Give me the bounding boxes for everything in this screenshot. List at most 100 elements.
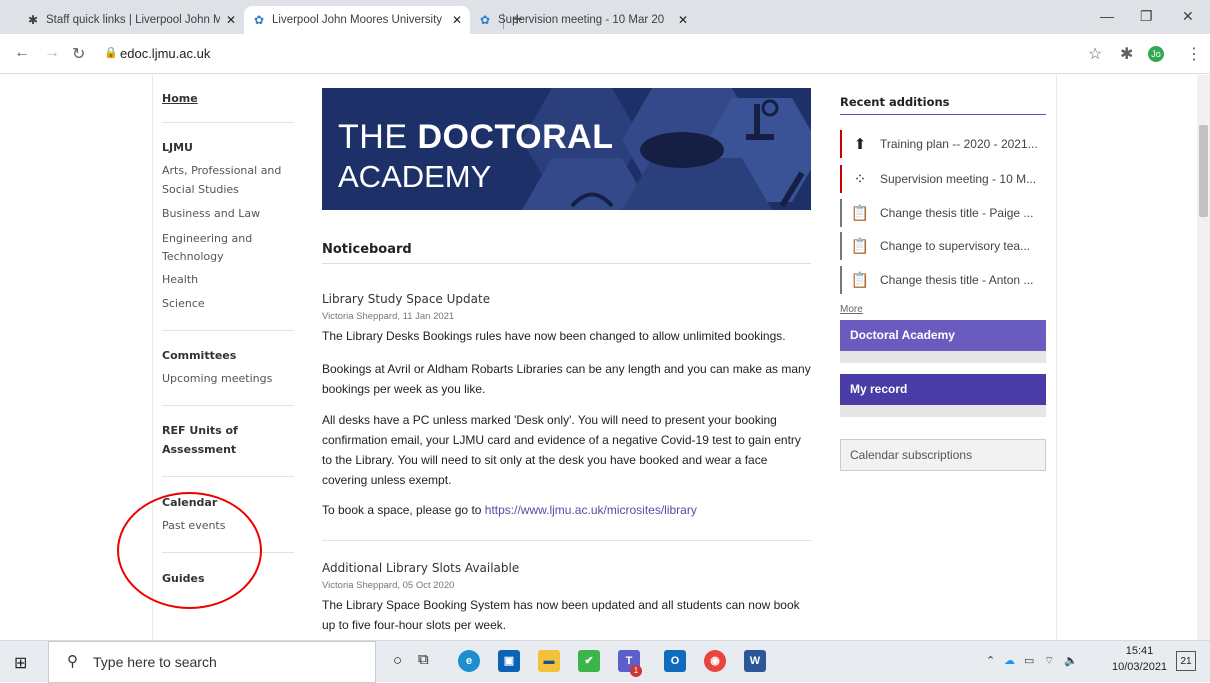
recent-additions-heading: Recent additions — [840, 95, 950, 109]
banner-title-bold: DOCTORAL — [417, 118, 614, 156]
tray-chevron-icon[interactable]: ⌃ — [986, 654, 995, 667]
banner-title-light: THE — [338, 118, 418, 156]
post-title[interactable]: Library Study Space Update — [322, 292, 490, 306]
upload-circle-icon: ⬆ — [853, 136, 867, 153]
library-link[interactable]: https://www.ljmu.ac.uk/microsites/librar… — [485, 503, 697, 517]
tab-ljmu-active[interactable]: ✿ Liverpool John Moores University ✕ — [244, 6, 470, 34]
battery-icon[interactable]: ▭ — [1024, 654, 1034, 667]
task-view-icon[interactable]: ⧉ — [418, 651, 429, 668]
my-record-button[interactable]: My record — [840, 374, 1046, 405]
sidebar-item-health[interactable]: Health — [162, 271, 198, 288]
sidebar-item-engineering-line2[interactable]: Technology — [162, 248, 224, 265]
tab-staff-quick-links[interactable]: ✱ Staff quick links | Liverpool John M ✕ — [18, 6, 244, 34]
post-title[interactable]: Additional Library Slots Available — [322, 561, 519, 575]
volume-icon[interactable]: 🔈 — [1064, 654, 1078, 667]
scrollbar-thumb[interactable] — [1199, 125, 1208, 217]
sidebar-heading-committees: Committees — [162, 349, 237, 362]
post-link-prefix: To book a space, please go to — [322, 503, 485, 517]
divider — [162, 476, 294, 477]
tasks-icon[interactable]: ✔ — [578, 650, 600, 672]
recent-item[interactable]: 📋 Change thesis title - Anton ... — [840, 266, 1050, 294]
notification-center-icon[interactable]: 21 — [1176, 651, 1196, 671]
recent-item[interactable]: ⁘ Supervision meeting - 10 M... — [840, 165, 1050, 193]
sidebar-item-arts-line2[interactable]: Social Studies — [162, 181, 239, 198]
divider — [322, 540, 811, 541]
onedrive-icon[interactable]: ☁ — [1004, 654, 1015, 667]
recent-item[interactable]: 📋 Change to supervisory tea... — [840, 232, 1050, 260]
divider — [1056, 75, 1057, 640]
calendar-subscriptions-button[interactable]: Calendar subscriptions — [840, 439, 1046, 471]
address-bar: ← → ↻ 🔒 edoc.ljmu.ac.uk ☆ ✱ Jo ⋮ — [0, 34, 1210, 74]
forward-arrow-icon[interactable]: → — [44, 44, 60, 62]
clipboard-edit-icon: 📋 — [850, 205, 870, 222]
store-icon[interactable]: ▣ — [498, 650, 520, 672]
recent-item-label: Training plan -- 2020 - 2021... — [880, 137, 1038, 151]
doctoral-academy-button[interactable]: Doctoral Academy — [840, 320, 1046, 351]
clipboard-edit-icon: 📋 — [850, 238, 870, 255]
reload-icon[interactable]: ↻ — [72, 44, 85, 64]
more-link[interactable]: More — [840, 304, 863, 315]
minimize-icon[interactable]: — — [1100, 8, 1114, 24]
outlook-icon[interactable]: O — [664, 650, 686, 672]
tab-title: Supervision meeting - 10 Mar 20 — [498, 14, 665, 26]
sidebar-home-link[interactable]: Home — [162, 90, 198, 107]
post-paragraph: All desks have a PC unless marked 'Desk … — [322, 413, 801, 487]
doctoral-academy-banner: THE DOCTORAL ACADEMY — [322, 88, 811, 210]
file-explorer-icon[interactable]: ▬ — [538, 650, 560, 672]
sidebar-item-science[interactable]: Science — [162, 295, 205, 312]
cortana-icon[interactable]: ○ — [393, 652, 402, 669]
taskbar-clock[interactable]: 15:41 10/03/2021 — [1112, 643, 1167, 675]
edge-icon[interactable]: e — [458, 650, 480, 672]
chrome-icon[interactable]: ◉ — [704, 650, 726, 672]
divider — [162, 330, 294, 331]
recent-item[interactable]: 📋 Change thesis title - Paige ... — [840, 199, 1050, 227]
close-icon[interactable]: ✕ — [452, 13, 462, 27]
divider — [322, 263, 811, 264]
post-meta: Victoria Sheppard, 11 Jan 2021 — [322, 311, 455, 322]
lock-icon: 🔒 — [104, 47, 118, 59]
sidebar-item-business-law[interactable]: Business and Law — [162, 205, 260, 222]
window-close-icon[interactable]: ✕ — [1182, 8, 1194, 25]
wifi-icon[interactable]: ⌔ — [1044, 654, 1054, 668]
search-placeholder: Type here to search — [93, 654, 217, 670]
ljmu-gear-icon: ✿ — [479, 13, 491, 27]
tab-supervision-meeting-visible[interactable]: ✿ Supervision meeting - 10 Mar 20 ✕ — [470, 6, 696, 34]
post-paragraph-link: To book a space, please go to https://ww… — [322, 500, 812, 520]
sidebar-heading-ref-line2[interactable]: Assessment — [162, 441, 236, 458]
post-paragraph: The Library Space Booking System has now… — [322, 598, 800, 632]
divider — [840, 114, 1046, 115]
url-field[interactable]: edoc.ljmu.ac.uk — [120, 46, 210, 61]
search-icon: ⚲ — [67, 653, 78, 670]
banner-title-line2: ACADEMY — [338, 159, 492, 194]
restore-icon[interactable]: ❐ — [1140, 8, 1153, 25]
recent-item-label: Change to supervisory tea... — [880, 239, 1031, 253]
tab-title: Staff quick links | Liverpool John M — [46, 14, 220, 26]
recent-item[interactable]: ⬆ Training plan -- 2020 - 2021... — [840, 130, 1050, 158]
taskbar-search[interactable]: ⚲ Type here to search — [48, 641, 376, 683]
close-icon[interactable]: ✕ — [678, 13, 688, 27]
clock-time: 15:41 — [1125, 645, 1154, 657]
sidebar-item-engineering[interactable]: Engineering and — [162, 230, 252, 247]
post-paragraph: Bookings at Avril or Aldham Robarts Libr… — [322, 362, 811, 396]
clipboard-edit-icon: 📋 — [850, 272, 870, 289]
windows-taskbar: ⊞ ⚲ Type here to search ○ ⧉ e ▣ ▬ ✔ T 1 … — [0, 640, 1210, 683]
panel-footer — [840, 351, 1046, 363]
close-icon[interactable]: ✕ — [226, 13, 236, 27]
clock-date: 10/03/2021 — [1112, 661, 1168, 673]
sidebar-heading-ref[interactable]: REF Units of — [162, 422, 238, 439]
sidebar-item-upcoming-meetings[interactable]: Upcoming meetings — [162, 370, 272, 387]
word-icon[interactable]: W — [744, 650, 766, 672]
sidebar-heading-ljmu: LJMU — [162, 141, 193, 154]
back-arrow-icon[interactable]: ← — [14, 44, 30, 62]
noticeboard-heading: Noticeboard — [322, 242, 412, 257]
profile-avatar[interactable]: Jo — [1148, 46, 1164, 62]
windows-start-icon[interactable]: ⊞ — [14, 653, 27, 673]
sidebar-item-arts[interactable]: Arts, Professional and — [162, 162, 281, 179]
star-icon[interactable]: ☆ — [1088, 44, 1102, 64]
divider — [162, 122, 294, 123]
extensions-puzzle-icon[interactable]: ✱ — [1120, 44, 1133, 64]
divider — [162, 405, 294, 406]
teams-badge: 1 — [630, 665, 642, 677]
banner-title-line1: THE DOCTORAL — [338, 118, 613, 157]
menu-dots-icon[interactable]: ⋮ — [1186, 44, 1202, 64]
